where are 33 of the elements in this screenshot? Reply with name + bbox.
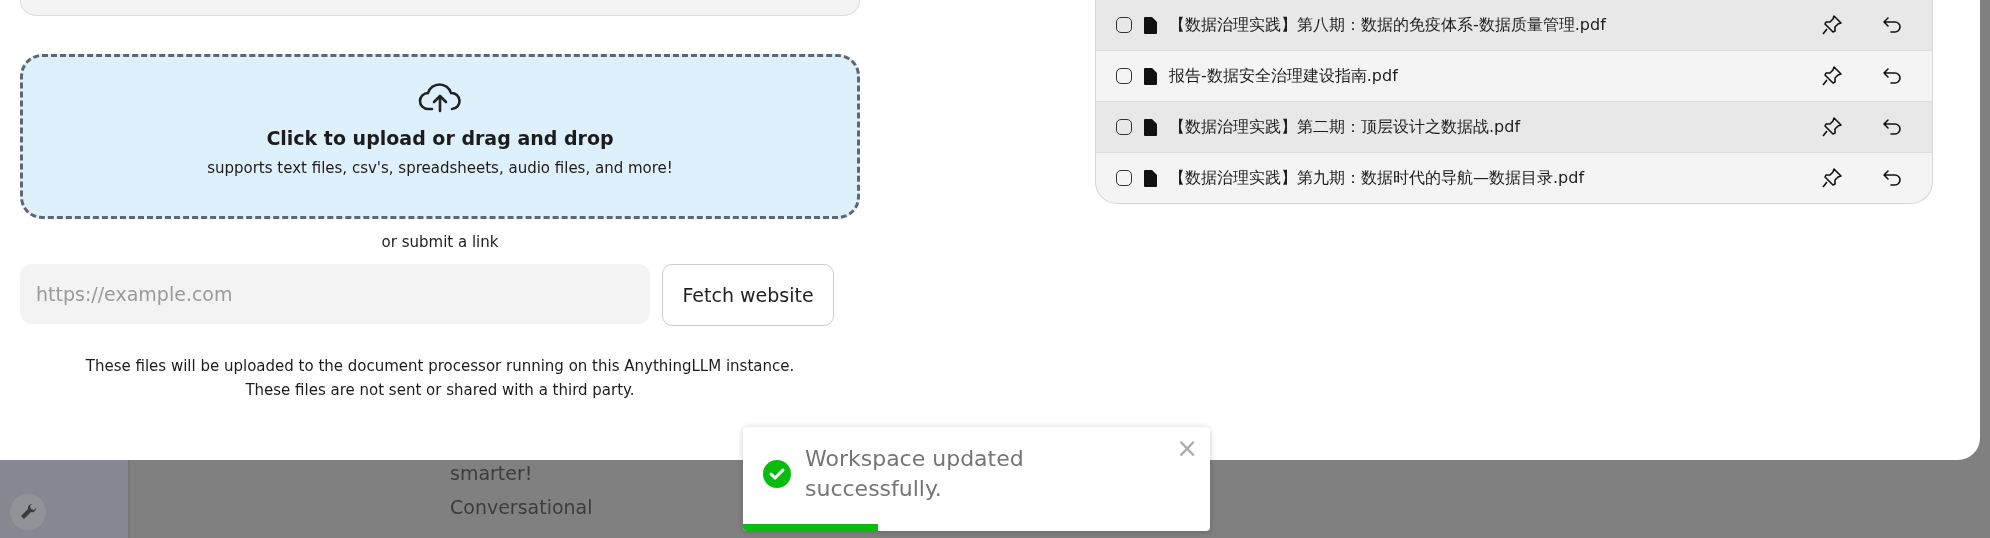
- file-name: 报告-数据安全治理建设指南.pdf: [1169, 65, 1400, 87]
- file-name: 【数据治理实践】第二期：顶层设计之数据战.pdf: [1169, 116, 1522, 138]
- undo-icon[interactable]: [1882, 118, 1902, 136]
- file-name: 【数据治理实践】第九期：数据时代的导航—数据目录.pdf: [1169, 167, 1586, 189]
- success-check-icon: [763, 460, 791, 488]
- file-icon: [1144, 169, 1157, 187]
- pin-icon[interactable]: [1822, 117, 1842, 137]
- file-icon: [1144, 16, 1157, 34]
- settings-button[interactable]: [10, 494, 46, 530]
- file-icon: [1144, 118, 1157, 136]
- undo-icon[interactable]: [1882, 67, 1902, 85]
- background-text: smarter!: [450, 462, 534, 484]
- background-text: Conversational: [450, 496, 593, 518]
- checkbox[interactable]: [1116, 17, 1132, 33]
- upload-title: Click to upload or drag and drop: [266, 127, 614, 149]
- link-prompt: or submit a link: [380, 233, 500, 251]
- upload-hint: supports text files, csv's, spreadsheets, audio files, and more!: [207, 159, 673, 177]
- undo-icon[interactable]: [1882, 169, 1902, 187]
- file-icon: [1144, 67, 1157, 85]
- pin-icon[interactable]: [1822, 15, 1842, 35]
- undo-icon[interactable]: [1882, 16, 1902, 34]
- checkbox[interactable]: [1116, 170, 1132, 186]
- upload-dropzone[interactable]: Click to upload or drag and drop supports text files, csv's, spreadsheets, audio files, and more!: [20, 54, 860, 219]
- url-field[interactable]: https://example.com: [20, 264, 650, 324]
- notice-text: These files will be uploaded to the document processor running on this AnythingLLM instance.: [84, 356, 796, 377]
- pin-icon[interactable]: [1822, 168, 1842, 188]
- checkbox[interactable]: [1116, 119, 1132, 135]
- pin-icon[interactable]: [1822, 66, 1842, 86]
- toast-message: Workspace updated successfully.: [805, 445, 1025, 503]
- file-name: 【数据治理实践】第八期：数据的免疫体系-数据质量管理.pdf: [1169, 14, 1608, 36]
- fetch-website-button[interactable]: Fetch website: [662, 264, 834, 326]
- notice-text: These files are not sent or shared with a third party.: [244, 380, 636, 401]
- checkbox[interactable]: [1116, 68, 1132, 84]
